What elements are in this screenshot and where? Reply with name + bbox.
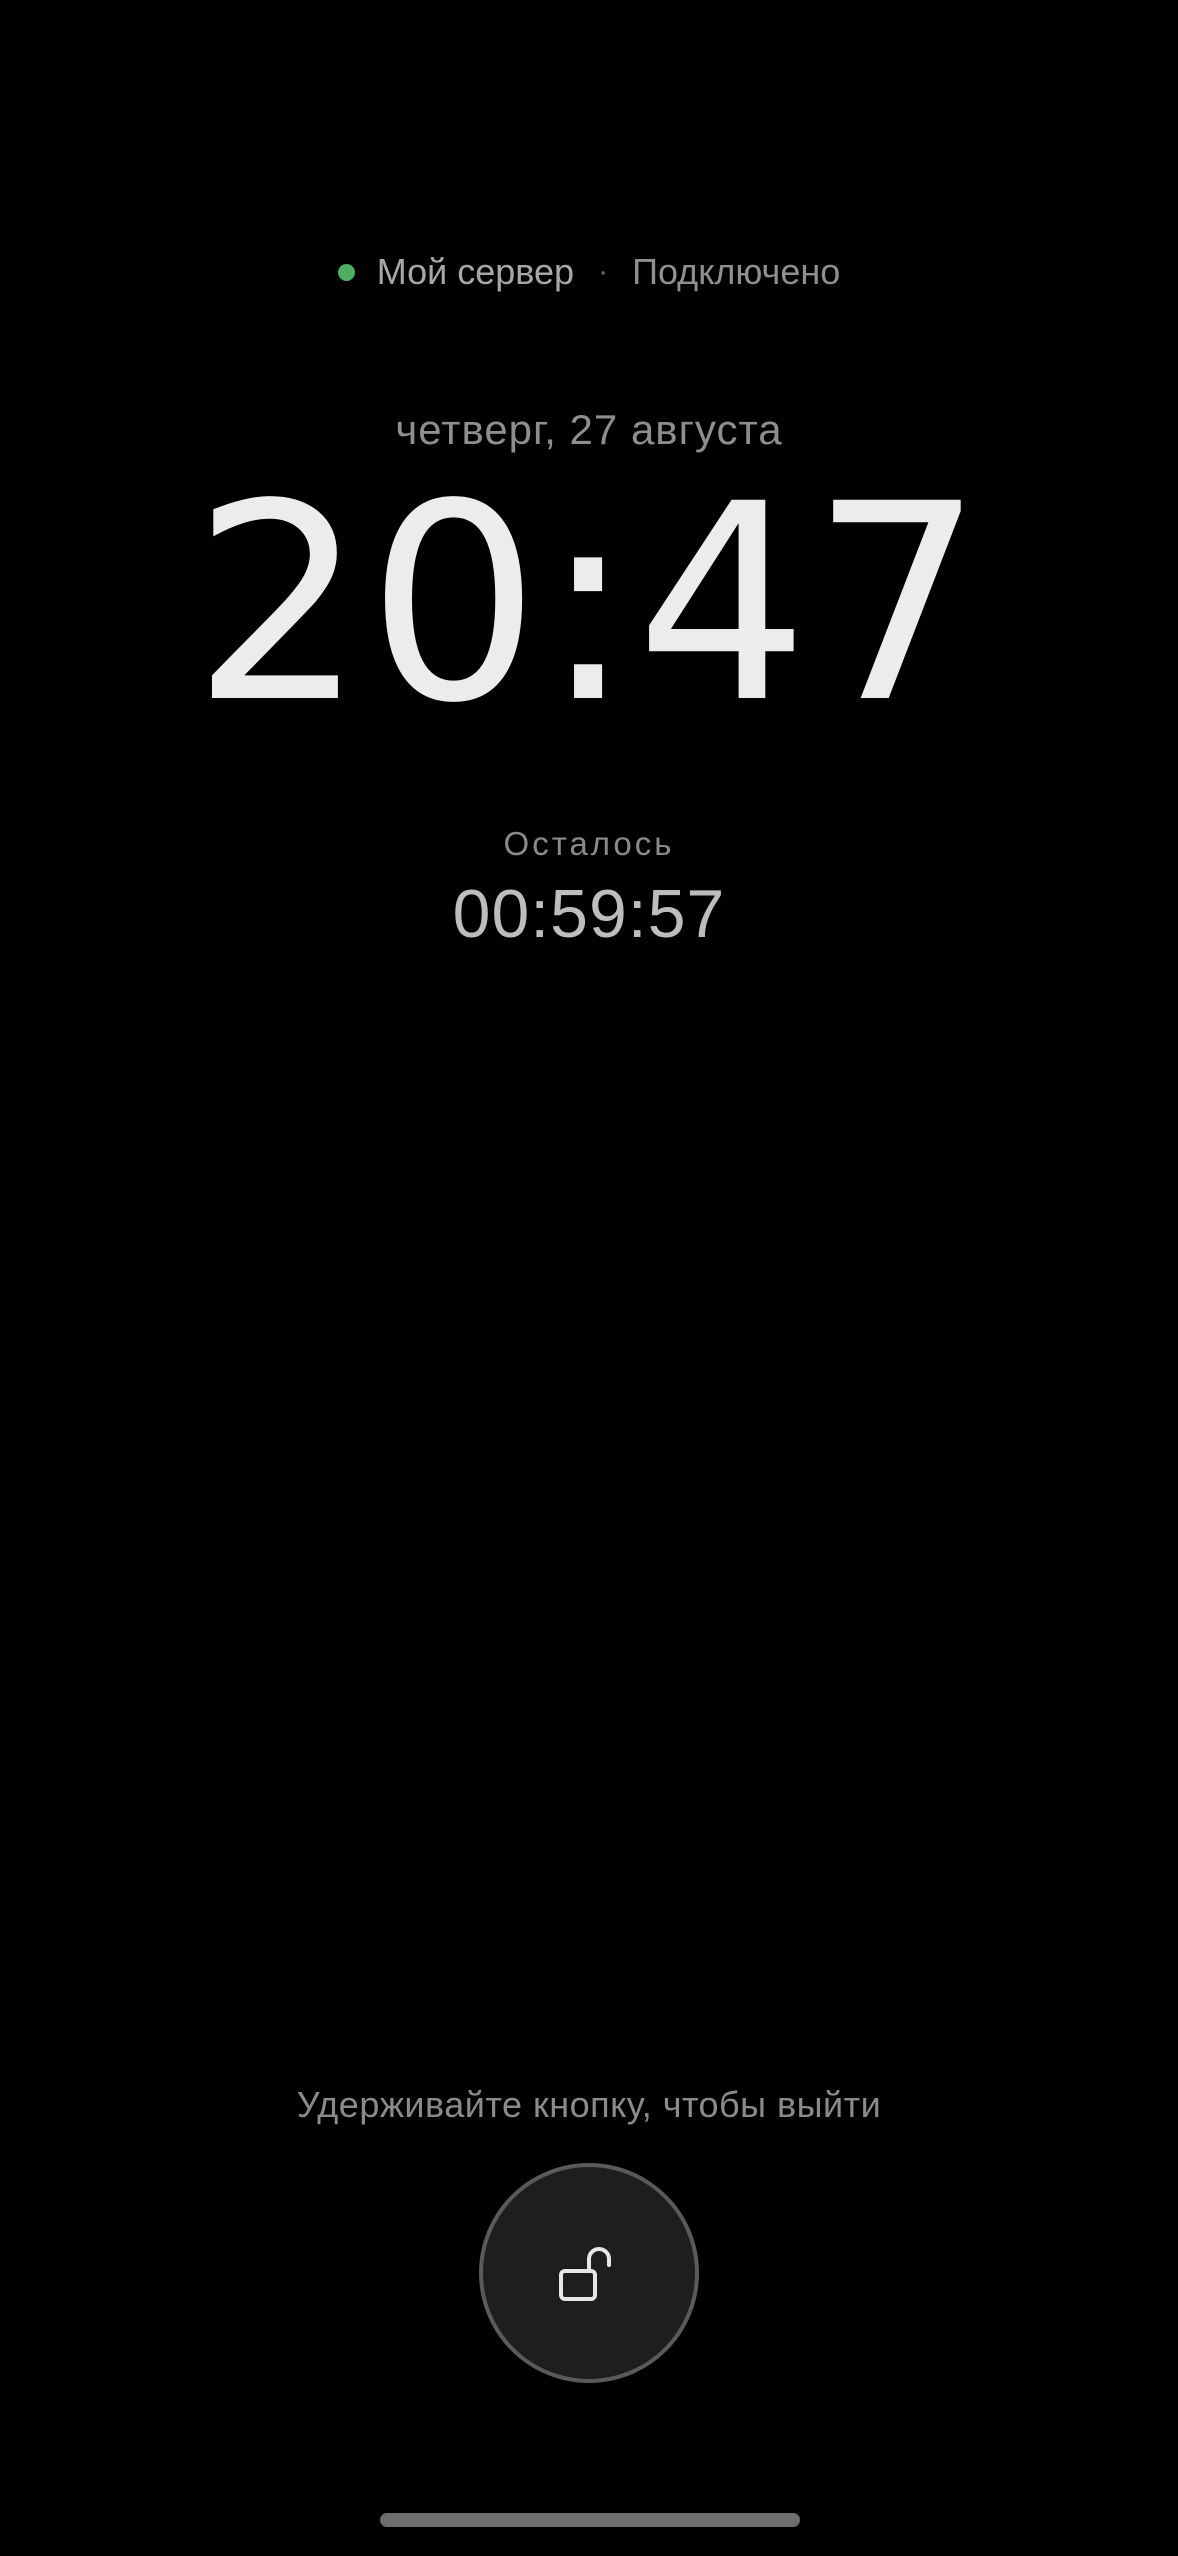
connection-status: Подключено <box>632 251 841 292</box>
unlock-icon <box>559 2247 611 2301</box>
clock-time: 20:47 <box>192 447 986 763</box>
connection-status-row: Мой сервер · Подключено <box>0 246 1178 298</box>
status-separator: · <box>598 255 609 288</box>
hold-to-exit-hint: Удерживайте кнопку, чтобы выйти <box>296 2084 882 2125</box>
remaining-time: 00:59:57 <box>452 876 726 952</box>
server-name: Мой сервер <box>376 251 575 292</box>
status-dot-icon <box>337 263 355 281</box>
unlock-exit-button[interactable] <box>479 2163 699 2383</box>
home-indicator[interactable] <box>380 2513 800 2527</box>
remaining-label: Осталось <box>503 825 675 862</box>
